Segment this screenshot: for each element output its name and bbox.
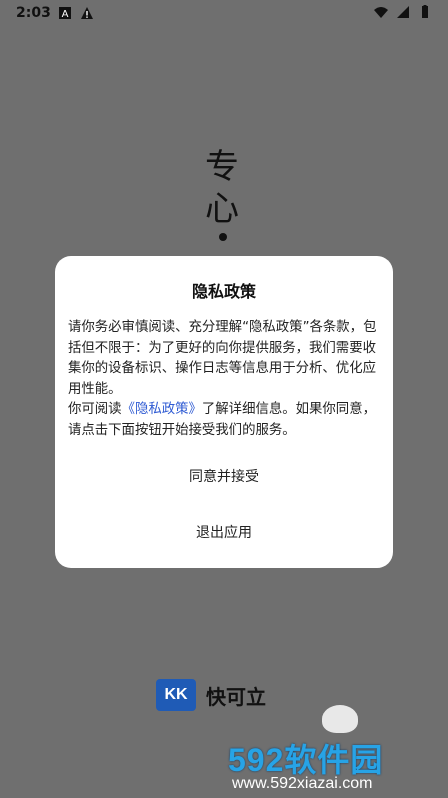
app-logo: KK xyxy=(156,679,196,711)
watermark-url: www.592xiazai.com xyxy=(232,775,373,792)
splash-slogan: 专心 xyxy=(205,147,239,229)
watermark: 592软件园 www.592xiazai.com xyxy=(224,705,448,798)
svg-text:A: A xyxy=(62,9,69,20)
agree-button[interactable]: 同意并接受 xyxy=(55,466,393,488)
wifi-icon xyxy=(374,7,388,18)
gamepad-mascot-icon xyxy=(322,705,358,733)
splash-dot xyxy=(219,233,227,241)
status-left-icons: A xyxy=(58,6,94,20)
dialog-title: 隐私政策 xyxy=(191,282,256,301)
status-right-icons xyxy=(374,5,432,19)
signal-icon xyxy=(397,6,409,18)
warning-icon xyxy=(81,7,93,19)
battery-icon xyxy=(422,5,428,18)
status-time: 2:03 xyxy=(16,5,51,21)
dialog-body: 请你务必审慎阅读、充分理解“隐私政策”各条款，包括但不限于：为了更好的向你提供服… xyxy=(68,318,382,441)
dialog-paragraph-1: 请你务必审慎阅读、充分理解“隐私政策”各条款，包括但不限于：为了更好的向你提供服… xyxy=(68,320,377,397)
paragraph-2-prefix: 你可阅读 xyxy=(68,402,122,417)
status-bar: 2:03 A xyxy=(0,0,448,28)
privacy-dialog: 隐私政策 请你务必审慎阅读、充分理解“隐私政策”各条款，包括但不限于：为了更好的… xyxy=(55,256,393,568)
a-notification-icon: A xyxy=(59,7,71,20)
dialog-paragraph-2: 你可阅读《隐私政策》了解详细信息。如果你同意，请点击下面按钮开始接受我们的服务。 xyxy=(68,400,382,441)
privacy-policy-link[interactable]: 《隐私政策》 xyxy=(122,402,202,417)
exit-app-button[interactable]: 退出应用 xyxy=(55,522,393,544)
